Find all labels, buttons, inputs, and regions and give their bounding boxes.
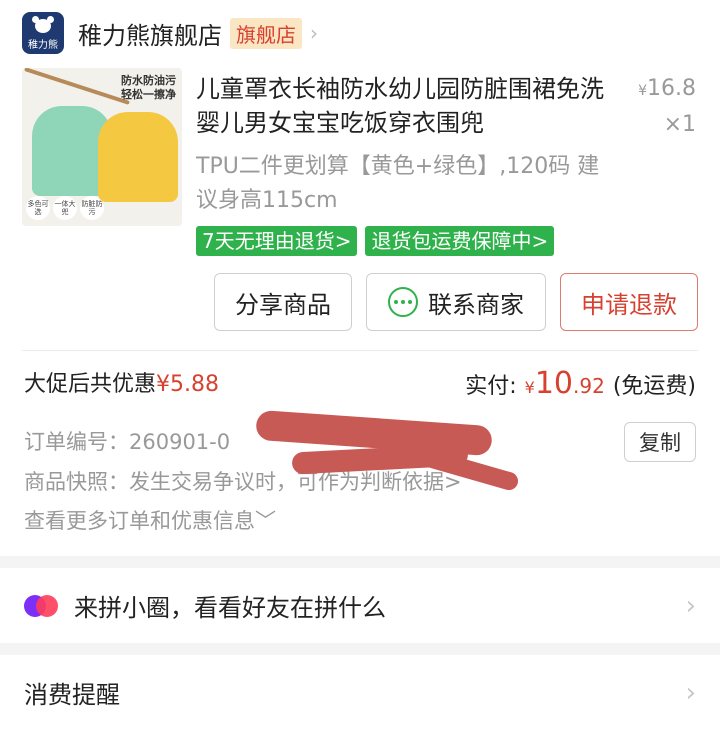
order-number: 订单编号：260901-0 bbox=[24, 430, 231, 454]
service-tags: 7天无理由退货> 退货包运费保障中> bbox=[196, 226, 555, 256]
copy-button[interactable]: 复制 bbox=[624, 422, 696, 462]
pin-circle-row[interactable]: 来拼小圈，看看好友在拼什么 › bbox=[0, 568, 720, 643]
image-tag: 多色可选 bbox=[26, 196, 50, 220]
shipping-insurance-tag[interactable]: 退货包运费保障中> bbox=[365, 226, 555, 256]
consumption-reminder-label: 消费提醒 bbox=[24, 681, 120, 709]
action-buttons: 分享商品 联系商家 申请退款 bbox=[214, 273, 698, 331]
image-tag: 防脏防污 bbox=[80, 196, 104, 220]
image-headline-line: 轻松一擦净 bbox=[121, 88, 176, 101]
more-order-info-link[interactable]: 查看更多订单和优惠信息﹀ bbox=[24, 505, 276, 537]
chevron-right-icon: › bbox=[685, 677, 696, 708]
section-gap bbox=[0, 556, 720, 568]
product-title[interactable]: 儿童罩衣长袖防水幼儿园防脏围裙免洗婴儿男女宝宝吃饭穿衣围兜 bbox=[196, 72, 616, 140]
pin-circle-icon bbox=[24, 593, 64, 619]
image-headline: 防水防油污 轻松一擦净 bbox=[121, 74, 176, 102]
paid-label: 实付: bbox=[465, 374, 517, 399]
pin-circle-label: 来拼小圈，看看好友在拼什么 bbox=[74, 594, 386, 622]
image-headline-line: 防水防油污 bbox=[121, 74, 176, 87]
share-button[interactable]: 分享商品 bbox=[214, 273, 352, 331]
paid-integer: 10 bbox=[534, 366, 574, 401]
paid-symbol: ¥ bbox=[524, 378, 535, 397]
bear-icon bbox=[32, 15, 54, 34]
paid-decimal: .92 bbox=[573, 374, 605, 398]
paid-summary: 实付: ¥ 10 .92 (免运费) bbox=[465, 364, 696, 408]
quantity: ×1 bbox=[663, 112, 696, 137]
discount-label: 大促后共优惠 bbox=[24, 372, 157, 397]
product-variant: TPU二件更划算【黄色+绿色】,120码 建议身高115cm bbox=[196, 154, 600, 213]
image-tags: 多色可选 一体大兜 防脏防污 bbox=[26, 196, 104, 220]
price-symbol: ¥ bbox=[638, 83, 648, 99]
store-header[interactable]: 稚力熊 稚力熊旗舰店 旗舰店 › bbox=[22, 12, 318, 54]
contact-merchant-button[interactable]: 联系商家 bbox=[366, 273, 546, 331]
product-snapshot-link[interactable]: 商品快照：发生交易争议时，可作为判断依据> bbox=[24, 466, 462, 498]
unit-price: ¥16.8 bbox=[638, 72, 696, 108]
contact-merchant-label: 联系商家 bbox=[428, 290, 524, 319]
chevron-right-icon[interactable]: › bbox=[310, 21, 318, 45]
store-logo-text: 稚力熊 bbox=[28, 39, 58, 51]
branch-decoration bbox=[24, 68, 130, 105]
price-column: ¥16.8 ×1 bbox=[638, 72, 696, 142]
section-gap bbox=[0, 643, 720, 655]
store-logo: 稚力熊 bbox=[22, 12, 64, 54]
paid-note: (免运费) bbox=[612, 374, 696, 399]
chat-icon bbox=[388, 287, 418, 317]
image-tag: 一体大兜 bbox=[53, 196, 77, 220]
discount-summary: 大促后共优惠¥5.88 bbox=[24, 368, 219, 402]
return-policy-tag[interactable]: 7天无理由退货> bbox=[196, 226, 358, 256]
price-value: 16.8 bbox=[647, 76, 696, 101]
store-badge: 旗舰店 bbox=[230, 17, 302, 49]
consumption-reminder-row[interactable]: 消费提醒 › bbox=[0, 655, 720, 729]
refund-button[interactable]: 申请退款 bbox=[560, 273, 698, 331]
chevron-right-icon: › bbox=[685, 590, 696, 621]
yellow-bib-illustration bbox=[98, 112, 178, 202]
discount-amount: ¥5.88 bbox=[156, 372, 219, 397]
divider bbox=[22, 350, 698, 351]
store-name[interactable]: 稚力熊旗舰店 bbox=[78, 16, 222, 51]
product-image[interactable]: 防水防油污 轻松一擦净 多色可选 一体大兜 防脏防污 bbox=[22, 68, 182, 226]
